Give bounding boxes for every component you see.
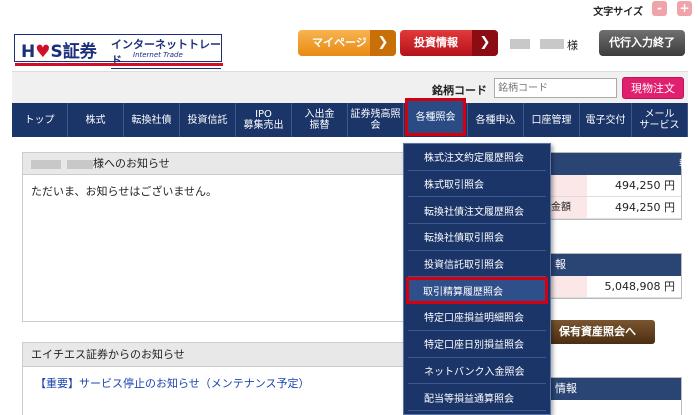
dropdown-menu-item[interactable]: 転換社債取引照会 [408, 224, 546, 251]
header: H♥S証券 インターネットトレード Internet Trade マイページ ❯… [0, 18, 700, 70]
dropdown-menu-item[interactable]: 取引精算履歴照会 [406, 277, 548, 305]
nav-item-label: 株式 [85, 114, 106, 126]
nav-item[interactable]: 各種申込 [468, 103, 524, 137]
nav-item[interactable]: 株式 [68, 103, 124, 137]
dropdown-menu-item[interactable]: 投資信託取引照会 [408, 251, 546, 278]
main-nav: トップ 株式 転換社債 投資信託 IPO 募集売出 入出金 振替 証券残高照 会 各種照会 各種… [12, 98, 688, 137]
inquiry-dropdown-menu: 株式注文約定履歴照会 株式取引照会 転換社債注文履歴照会 転換社債取引照会 投資信託取引… [403, 143, 551, 415]
nav-item-active-highlight: 各種照会 [405, 98, 466, 136]
nav-item[interactable]: 電子交付 [580, 103, 632, 137]
chevron-right-icon: ❯ [472, 30, 498, 56]
nav-item-label: 電子交付 [585, 114, 626, 126]
spot-order-button[interactable]: 現物注文 [622, 77, 684, 99]
nav-item-label: メール サービス [639, 109, 680, 131]
summary-row: 494,250 円 [549, 175, 681, 197]
chevron-right-icon: ❯ [370, 30, 396, 56]
nav-item[interactable]: 各種照会 [404, 98, 468, 137]
nav-item-label: 各種申込 [475, 114, 516, 126]
logo[interactable]: H♥S証券 インターネットトレード Internet Trade [14, 34, 223, 69]
holdings-inquiry-button[interactable]: 保有資産照会へ [540, 320, 655, 344]
summary-row-label: 金額 [549, 197, 587, 218]
mypage-button[interactable]: マイページ ❯ [298, 30, 396, 56]
nav-item-label: 投資信託 [187, 114, 228, 126]
stock-code-label: 銘柄コード [432, 84, 487, 97]
font-size-bar: 文字サイズ - + [0, 0, 700, 18]
nav-item-label: 転換社債 [131, 114, 172, 126]
nav-item-label: 口座管理 [531, 114, 572, 126]
invest-info-button[interactable]: 投資情報 ❯ [400, 30, 498, 56]
nav-item-label: IPO 募集売出 [243, 109, 284, 131]
account-summary-heading: 報 [549, 153, 690, 175]
stock-code-input[interactable] [494, 78, 617, 98]
summary-row-value: 494,250 円 [615, 201, 675, 214]
asset-row-label [549, 276, 587, 297]
logo-stripe [15, 63, 223, 66]
asset-summary-panel: 報 5,048,908 円 [548, 253, 682, 299]
summary-row: 金額 494,250 円 [549, 197, 681, 219]
dropdown-menu-item[interactable]: 配当等損益通算照会 [408, 384, 546, 411]
nav-item-label: 証券残高照 会 [350, 109, 401, 131]
user-name-redacted [510, 39, 530, 49]
dropdown-menu-item[interactable]: 株式取引照会 [408, 171, 546, 198]
customer-notice-heading-text: 様へのお知らせ [93, 157, 170, 170]
nav-item[interactable]: メール サービス [632, 103, 688, 137]
search-band: 銘柄コード 現物注文 [12, 71, 688, 103]
user-name-redacted [67, 159, 93, 169]
dropdown-menu-item[interactable]: ネットバンク入金照会 [408, 358, 546, 385]
user-suffix: 様 [567, 39, 578, 52]
asset-row: 5,048,908 円 [549, 276, 681, 298]
asset-summary-heading: 報 [549, 254, 681, 276]
logo-brand: H♥S証券 [21, 42, 97, 62]
font-size-label: 文字サイズ [593, 7, 643, 18]
mypage-label: マイページ [312, 36, 367, 49]
nav-item[interactable]: IPO 募集売出 [236, 103, 292, 137]
logo-english: Internet Trade [133, 51, 183, 59]
dropdown-menu-item[interactable]: 株式注文約定履歴照会 [408, 144, 546, 171]
nav-item-label: 各種照会 [415, 111, 456, 123]
nav-item[interactable]: 投資信託 [180, 103, 236, 137]
nav-item[interactable]: 口座管理 [524, 103, 580, 137]
proxy-input-end-button[interactable]: 代行入力終了 [599, 30, 685, 56]
user-name-redacted [31, 159, 61, 169]
dropdown-menu-item[interactable]: 特定口座日別損益照会 [408, 331, 546, 358]
info-panel-heading: 情報 [549, 378, 681, 400]
nav-item[interactable]: 証券残高照 会 [348, 103, 404, 137]
invest-info-label: 投資情報 [414, 36, 458, 49]
summary-row-value: 494,250 円 [615, 179, 675, 192]
nav-item-label: トップ [24, 114, 55, 126]
account-summary-panel: 報 494,250 円 金額 494,250 円 [548, 152, 690, 220]
summary-row-label [549, 175, 587, 196]
nav-item[interactable]: 入出金 振替 [292, 103, 348, 137]
nav-item-label: 入出金 振替 [304, 109, 335, 131]
info-panel: 情報 [548, 377, 682, 415]
nav-item[interactable]: トップ [12, 103, 68, 137]
font-size-decrease-button[interactable]: - [652, 1, 667, 16]
font-size-increase-button[interactable]: + [677, 1, 692, 16]
user-name-redacted [540, 39, 564, 49]
asset-row-value: 5,048,908 円 [604, 280, 675, 293]
dropdown-menu-item[interactable]: 特定口座損益明細照会 [408, 304, 546, 331]
dropdown-menu-item[interactable]: 転換社債注文履歴照会 [408, 197, 546, 225]
nav-item[interactable]: 転換社債 [124, 103, 180, 137]
